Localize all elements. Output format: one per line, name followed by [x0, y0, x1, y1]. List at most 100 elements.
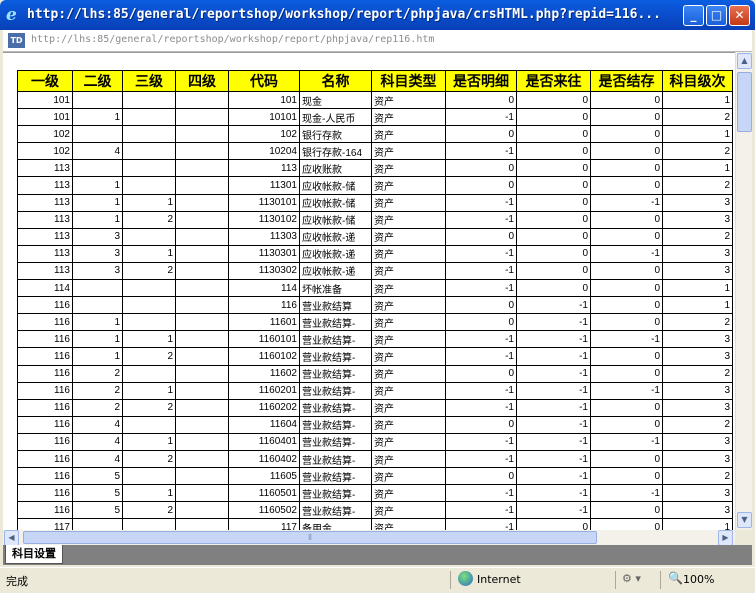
table-cell: 资产: [371, 313, 446, 332]
table-cell: [175, 330, 229, 349]
table-cell: [122, 415, 176, 434]
horizontal-scrollbar[interactable]: ◀ ⦀ ▶: [3, 530, 735, 546]
table-cell: 1160402: [228, 449, 300, 469]
scroll-left-icon[interactable]: ◀: [4, 530, 19, 546]
table-cell: 116: [17, 415, 73, 434]
table-cell: [72, 279, 123, 298]
table-cell: 2: [662, 142, 733, 161]
status-divider: [615, 571, 616, 589]
table-cell: 0: [590, 159, 663, 178]
table-cell: 5: [72, 501, 123, 520]
maximize-button[interactable]: □: [706, 5, 727, 26]
table-cell: 1130101: [228, 193, 300, 212]
table-cell: 11602: [228, 364, 300, 383]
column-header: 是否明细: [445, 70, 517, 92]
table-row: 116 5 1 1160501 营业款结算- 资产 -1 -1 -1 3: [17, 484, 733, 503]
table-cell: 11605: [228, 467, 300, 486]
table-cell: [72, 296, 123, 315]
table-cell: [175, 159, 229, 178]
zoom-icon[interactable]: 🔍: [668, 571, 683, 585]
table-cell: [122, 364, 176, 383]
protected-mode-icon[interactable]: ⚙ ▾: [622, 572, 641, 585]
table-cell: -1: [445, 142, 517, 161]
table-cell: -1: [590, 330, 663, 349]
table-cell: 3: [662, 347, 733, 366]
table-cell: 3: [662, 210, 733, 229]
table-cell: 现金-人民币: [299, 108, 372, 127]
table-cell: [122, 467, 176, 486]
table-cell: 116: [228, 296, 300, 315]
table-cell: [175, 244, 229, 263]
table-cell: 0: [516, 261, 591, 281]
table-row: 116 116 营业款结算 资产 0 -1 0 1: [17, 296, 733, 315]
table-cell: 0: [445, 296, 517, 315]
table-cell: 116: [17, 296, 73, 315]
table-cell: [122, 296, 176, 315]
table-row: 113 1 1 1130101 应收帐款-储 资产 -1 0 -1 3: [17, 193, 733, 212]
table-cell: 资产: [371, 347, 446, 366]
table-cell: 0: [516, 210, 591, 229]
table-cell: 1160201: [228, 381, 300, 400]
table-cell: 2: [122, 449, 176, 469]
table-cell: [175, 296, 229, 315]
column-header: 名称: [299, 70, 372, 92]
vertical-scrollbar[interactable]: ▲ ▼: [735, 52, 752, 530]
table-cell: 资产: [371, 159, 446, 178]
table-cell: 2: [122, 398, 176, 417]
table-cell: -1: [445, 347, 517, 366]
table-cell: [175, 381, 229, 400]
table-cell: 资产: [371, 210, 446, 229]
table-cell: 116: [17, 330, 73, 349]
table-cell: 113: [17, 227, 73, 246]
table-row: 116 5 2 1160502 营业款结算- 资产 -1 -1 0 3: [17, 501, 733, 520]
table-cell: 应收帐款-递: [299, 261, 372, 281]
table-cell: 0: [516, 518, 591, 530]
table-cell: -1: [516, 432, 591, 451]
table-cell: [175, 518, 229, 530]
vertical-scroll-thumb[interactable]: [737, 72, 752, 132]
zoom-level[interactable]: 100%: [683, 573, 714, 586]
table-cell: 2: [122, 347, 176, 366]
table-cell: [122, 176, 176, 195]
table-cell: 116: [17, 501, 73, 520]
table-cell: 114: [228, 279, 300, 298]
table-cell: [175, 398, 229, 417]
table-cell: 11604: [228, 415, 300, 434]
column-header: 科目类型: [371, 70, 446, 92]
status-divider: [660, 571, 661, 589]
page-icon: TD: [8, 33, 25, 48]
table-cell: 2: [662, 467, 733, 486]
table-cell: 0: [590, 90, 663, 110]
ie-icon: e: [6, 5, 17, 25]
sheet-tab[interactable]: 科目设置: [5, 545, 63, 564]
table-cell: [175, 279, 229, 298]
table-cell: 2: [72, 381, 123, 400]
table-cell: 3: [662, 484, 733, 503]
table-cell: 4: [72, 432, 123, 451]
scroll-down-icon[interactable]: ▼: [737, 512, 752, 528]
table-cell: 2: [72, 364, 123, 383]
table-row: 116 1 11601 营业款结算- 资产 0 -1 0 2: [17, 313, 733, 332]
table-cell: 1: [662, 125, 733, 144]
table-cell: [175, 449, 229, 469]
table-cell: [122, 227, 176, 246]
table-cell: 资产: [371, 330, 446, 349]
table-cell: 资产: [371, 261, 446, 281]
table-cell: 1: [662, 159, 733, 178]
table-cell: -1: [445, 449, 517, 469]
table-cell: 资产: [371, 125, 446, 144]
table-cell: -1: [516, 449, 591, 469]
table-cell: 3: [662, 193, 733, 212]
table-cell: 117: [228, 518, 300, 530]
table-cell: 114: [17, 279, 73, 298]
table-cell: 0: [590, 261, 663, 281]
minimize-button[interactable]: _: [683, 5, 704, 26]
address-url: http://lhs:85/general/reportshop/worksho…: [31, 34, 435, 45]
table-cell: -1: [445, 484, 517, 503]
close-button[interactable]: ✕: [729, 5, 750, 26]
column-header: 三级: [122, 70, 176, 92]
scroll-right-icon[interactable]: ▶: [718, 530, 733, 546]
table-row: 116 2 1 1160201 营业款结算- 资产 -1 -1 -1 3: [17, 381, 733, 400]
scroll-up-icon[interactable]: ▲: [737, 53, 752, 69]
horizontal-scroll-thumb[interactable]: ⦀: [23, 531, 597, 544]
